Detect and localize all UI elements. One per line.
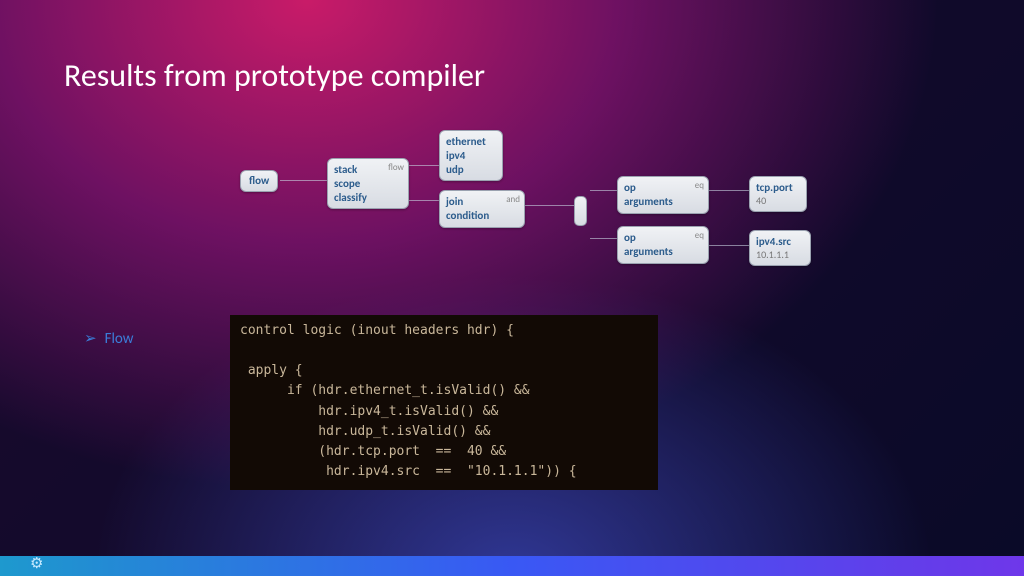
node-protocols: ethernet ipv4 udp [439,130,503,181]
code-line: if (hdr.ethernet_t.isValid() && [240,383,530,398]
node-op-1: eq op arguments [617,176,709,214]
node-line: 10.1.1.1 [756,249,804,262]
bullet-flow: ➢ Flow [84,329,134,348]
node-op-2: eq op arguments [617,226,709,264]
node-line: ipv4.src [756,235,804,249]
node-line: tcp.port [756,181,800,195]
connector [590,190,620,191]
node-tag: eq [695,230,704,241]
node-line: udp [446,163,496,177]
node-line: condition [446,209,518,223]
node-line: classify [334,191,402,205]
node-line: op [624,181,702,195]
gear-icon: ⚙ [30,554,43,573]
connector [590,238,620,239]
node-ipv4-src: ipv4.src 10.1.1.1 [749,230,811,266]
node-line: arguments [624,245,702,259]
node-line: 40 [756,195,800,208]
node-line: ethernet [446,135,496,149]
node-tag: flow [388,162,404,173]
chevron-right-icon: ➢ [84,330,97,348]
bullet-label: Flow [105,330,134,348]
node-tag: eq [695,180,704,191]
code-line: hdr.udp_t.isValid() && [240,424,490,439]
node-line: arguments [624,195,702,209]
code-line: hdr.ipv4_t.isValid() && [240,404,498,419]
connector [705,190,750,191]
page-title: Results from prototype compiler [64,56,485,95]
code-block: control logic (inout headers hdr) { appl… [230,315,658,490]
node-stack-scope-classify: flow stack scope classify [327,158,409,209]
footer-bar [0,556,1024,576]
compiler-diagram: flow flow stack scope classify ethernet … [245,130,825,270]
code-line: apply { [240,363,303,378]
node-tcp-port: tcp.port 40 [749,176,807,212]
connector [705,245,750,246]
connector [280,180,330,181]
node-join: and join condition [439,190,525,228]
code-line: (hdr.tcp.port == 40 && [240,444,506,459]
node-line: scope [334,177,402,191]
connector [520,205,575,206]
node-connector-pill [574,196,587,226]
code-line: control logic (inout headers hdr) { [240,323,514,338]
node-flow: flow [240,170,278,192]
code-line: hdr.ipv4.src == "10.1.1.1")) { [240,464,577,479]
node-label: flow [249,174,269,187]
node-tag: and [506,194,520,205]
node-line: ipv4 [446,149,496,163]
node-line: op [624,231,702,245]
